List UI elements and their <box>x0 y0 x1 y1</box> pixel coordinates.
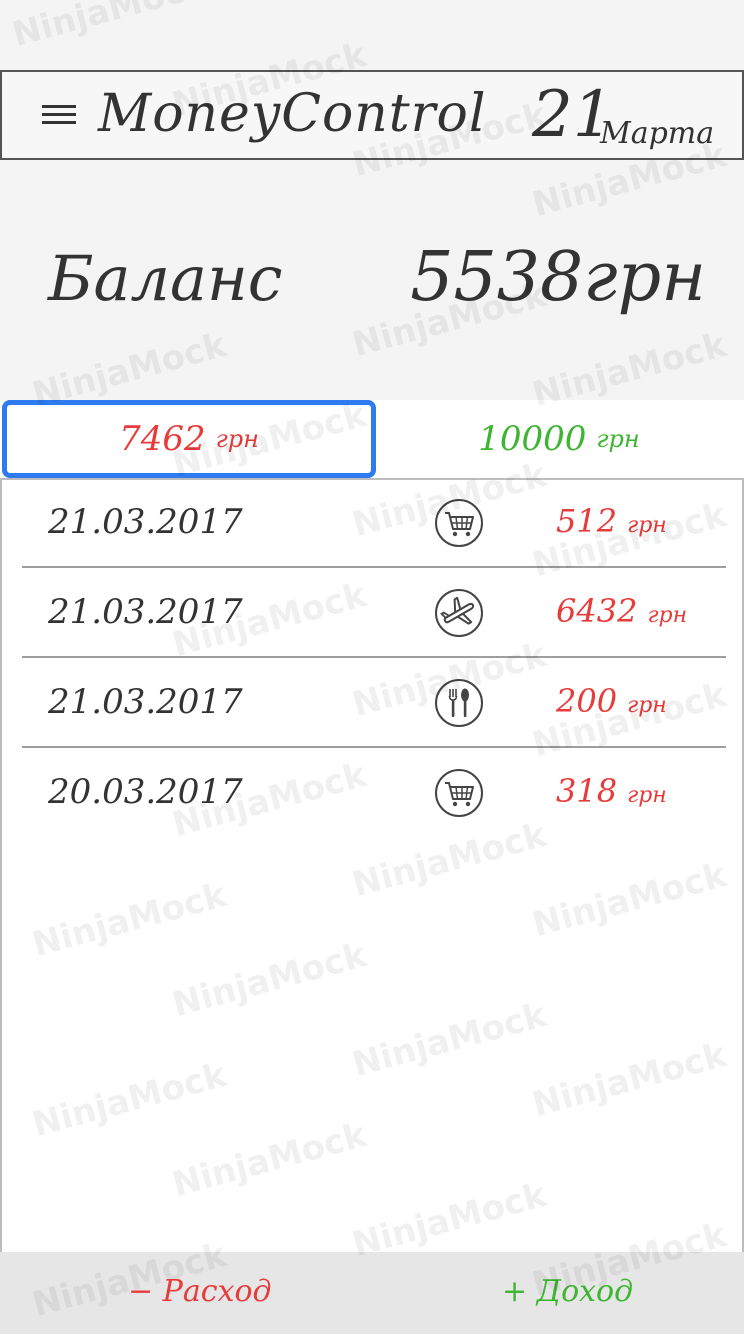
transaction-amount-value: 512 <box>556 502 618 540</box>
transaction-amount-unit: грн <box>627 513 667 538</box>
transaction-date: 21.03.2017 <box>48 502 243 542</box>
transaction-amount: 512 грн <box>556 502 667 540</box>
watermark-text: NinjaMock <box>8 0 211 56</box>
transaction-amount: 200 грн <box>556 682 667 720</box>
bottom-action-bar: − Расход + Доход <box>0 1252 744 1334</box>
transaction-date: 21.03.2017 <box>48 682 243 722</box>
balance-value: 5538грн <box>410 238 706 317</box>
tab-expense[interactable]: 7462 грн <box>2 400 376 478</box>
transaction-amount-value: 318 <box>556 772 618 810</box>
list-item[interactable]: 21.03.2017 200 грн <box>22 660 726 748</box>
transaction-amount: 318 грн <box>556 772 667 810</box>
shopping-cart-icon <box>434 498 484 548</box>
transaction-amount-unit: грн <box>627 783 667 808</box>
list-item[interactable]: 20.03.2017 318 грн <box>22 750 726 838</box>
tab-income[interactable]: 10000 грн <box>376 400 742 478</box>
transaction-amount: 6432 грн <box>556 592 687 630</box>
summary-tabs: 7462 грн 10000 грн <box>0 400 744 478</box>
transaction-amount-unit: грн <box>647 603 688 628</box>
list-item[interactable]: 21.03.2017 6432 грн <box>22 570 726 658</box>
tab-income-amount: 10000 <box>478 419 587 459</box>
tab-expense-amount: 7462 <box>119 419 206 459</box>
transactions-list: 21.03.2017 512 грн 21.03.2017 6432 грн 2… <box>0 478 744 1254</box>
airplane-icon <box>434 588 484 638</box>
add-income-button[interactable]: + Доход <box>502 1274 633 1309</box>
balance-label: Баланс <box>48 242 283 315</box>
tab-income-unit: грн <box>596 425 640 453</box>
shopping-cart-icon <box>434 768 484 818</box>
list-item[interactable]: 21.03.2017 512 грн <box>22 480 726 568</box>
app-title: MoneyControl <box>98 84 487 144</box>
current-date-month: Марта <box>600 116 715 151</box>
transaction-date: 20.03.2017 <box>48 772 243 812</box>
add-expense-button[interactable]: − Расход <box>128 1274 272 1309</box>
tab-expense-unit: грн <box>215 425 259 453</box>
transaction-date: 21.03.2017 <box>48 592 243 632</box>
hamburger-menu-icon[interactable] <box>42 105 76 129</box>
transaction-amount-unit: грн <box>627 693 667 718</box>
transaction-amount-value: 200 <box>556 682 618 720</box>
fork-spoon-icon <box>434 678 484 728</box>
app-header: MoneyControl 21 Марта <box>0 70 744 160</box>
transaction-amount-value: 6432 <box>556 592 638 630</box>
